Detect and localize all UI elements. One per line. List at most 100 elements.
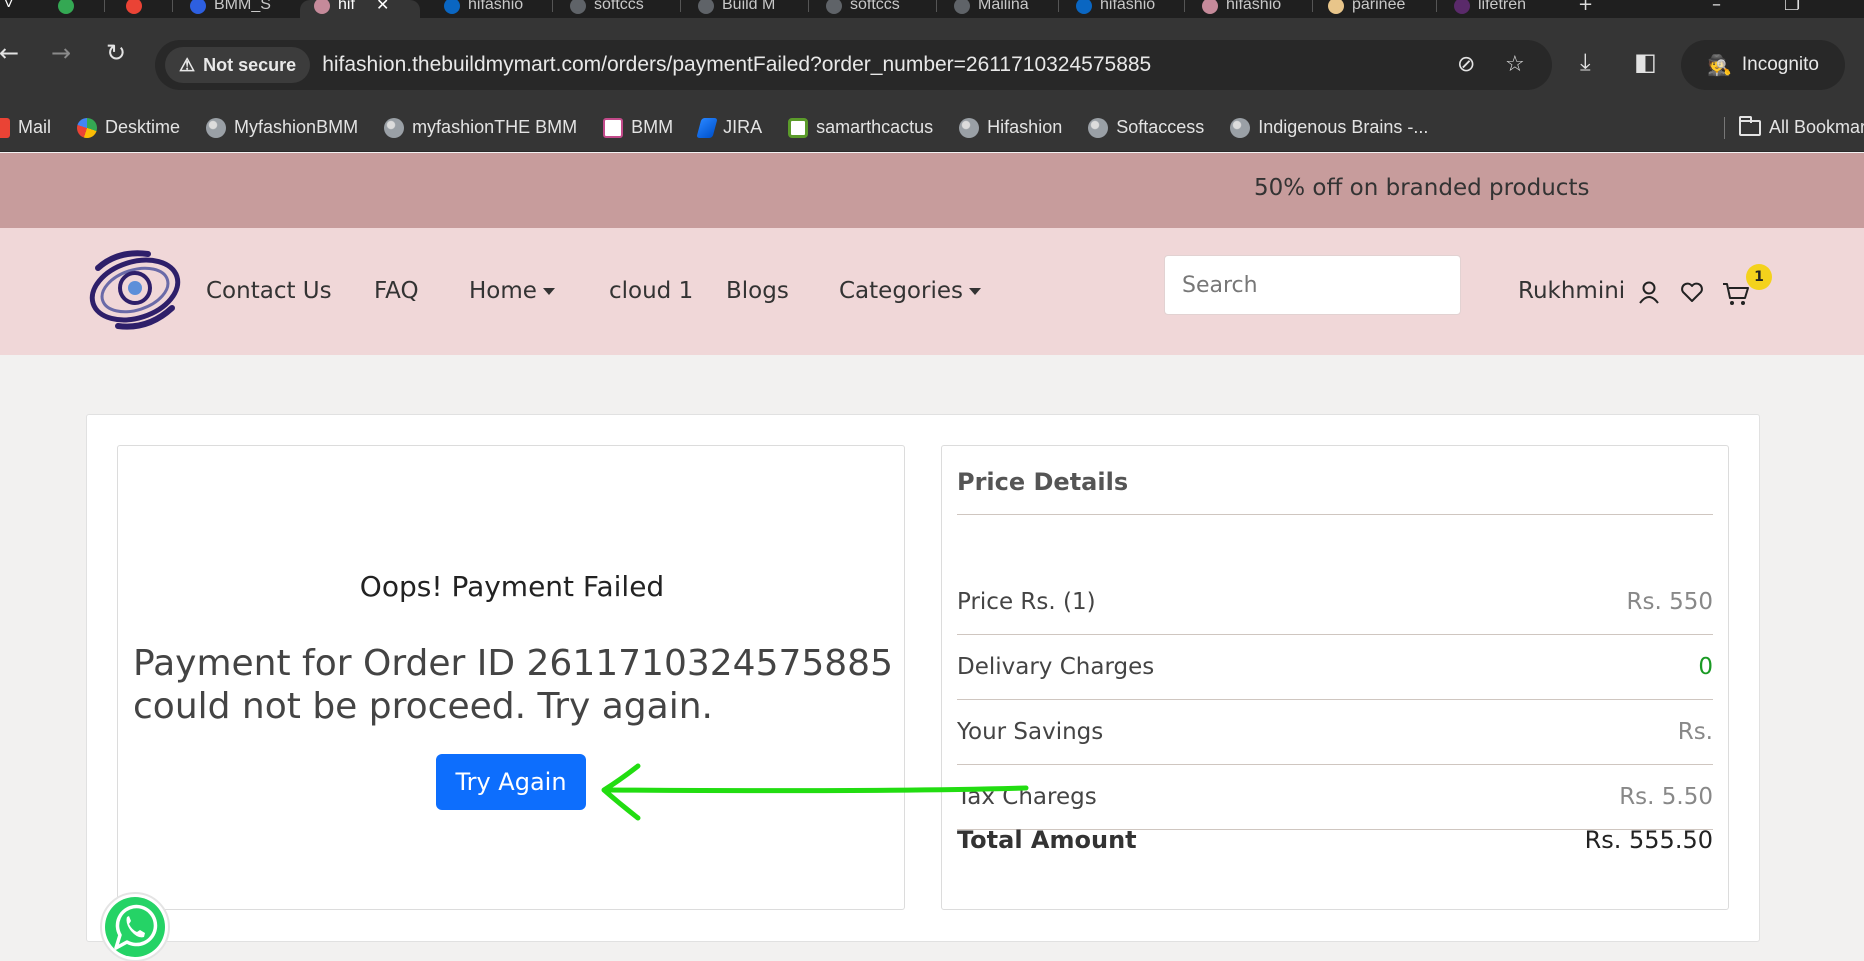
- bookmark-jira[interactable]: JIRA: [696, 117, 763, 138]
- nav-contact-us[interactable]: Contact Us: [206, 278, 332, 304]
- tab-label: softccs: [850, 0, 900, 13]
- globe-icon: [698, 0, 714, 14]
- site-header: Contact Us FAQ Home cloud 1 Blogs Catego…: [0, 228, 1864, 355]
- tab-overflow[interactable]: ˅: [0, 0, 30, 18]
- nav-cloud-1[interactable]: cloud 1: [609, 278, 693, 304]
- security-label: Not secure: [203, 54, 297, 75]
- bookmark-bmm[interactable]: BMM: [603, 117, 673, 138]
- cart-count-badge: 1: [1746, 264, 1772, 290]
- bookmarks-divider: [1723, 116, 1725, 139]
- user-name[interactable]: Rukhmini: [1518, 278, 1625, 304]
- browser-tab[interactable]: hifashio: [1188, 0, 1308, 18]
- nav-faq[interactable]: FAQ: [374, 278, 419, 304]
- promo-text: 50% off on branded products: [1254, 175, 1590, 201]
- address-bar[interactable]: ⚠ Not secure hifashion.thebuildmymart.co…: [155, 40, 1552, 90]
- bookmark-desktime[interactable]: Desktime: [77, 117, 180, 138]
- bookmark-myfashion-the-bmm[interactable]: myfashionTHE BMM: [384, 117, 577, 138]
- close-icon[interactable]: ✕: [376, 0, 389, 15]
- nav-blogs[interactable]: Blogs: [726, 278, 789, 304]
- tab-label: hifashio: [1226, 0, 1282, 13]
- browser-tab[interactable]: Mailina: [940, 0, 1060, 18]
- price-row-label: Price Rs. (1): [957, 589, 1096, 615]
- browser-tab[interactable]: parinee: [1314, 0, 1434, 18]
- bookmark-softaccess[interactable]: Softaccess: [1088, 117, 1204, 138]
- price-row-label: Delivary Charges: [957, 654, 1155, 680]
- security-indicator[interactable]: ⚠ Not secure: [165, 47, 311, 83]
- gmail-icon: [126, 0, 142, 14]
- nav-home[interactable]: Home: [469, 278, 555, 304]
- eye-off-icon[interactable]: ⊘: [1457, 52, 1475, 77]
- bookmark-indigenous-brains[interactable]: Indigenous Brains -...: [1230, 117, 1428, 138]
- desktime-icon: [77, 117, 98, 138]
- site-logo-icon[interactable]: [88, 248, 182, 330]
- bookmark-myfashionbmm[interactable]: MyfashionBMM: [206, 117, 358, 138]
- savings-row: Your Savings Rs.: [957, 700, 1713, 765]
- tab-label: hif: [338, 0, 355, 13]
- bookmark-label: BMM: [631, 117, 674, 137]
- browser-tab[interactable]: [112, 0, 172, 18]
- heart-icon[interactable]: [1680, 281, 1704, 303]
- globe-icon: [1088, 117, 1109, 138]
- chevron-down-icon: [542, 288, 555, 295]
- price-row: Price Rs. (1) Rs. 550: [957, 570, 1713, 635]
- menu-icon[interactable]: ⋮: [1856, 48, 1864, 76]
- tab-favicon-icon: [58, 0, 74, 14]
- download-icon[interactable]: ⤓: [1580, 48, 1591, 76]
- bookmark-label: Softaccess: [1116, 117, 1205, 137]
- bookmark-label: MyfashionBMM: [234, 117, 359, 137]
- whatsapp-icon[interactable]: [98, 890, 172, 961]
- tab-favicon-icon: [314, 0, 330, 14]
- chevron-down-icon: [968, 288, 981, 295]
- bookmark-label: JIRA: [723, 117, 763, 137]
- back-icon[interactable]: ←: [0, 36, 26, 70]
- total-value: Rs. 555.50: [1584, 826, 1713, 854]
- cart-icon[interactable]: [1722, 281, 1750, 307]
- bmm-icon: [603, 117, 624, 138]
- price-details-panel: Price Details Price Rs. (1) Rs. 550 Deli…: [941, 445, 1729, 910]
- price-row-value: Rs. 550: [1626, 589, 1714, 615]
- tab-favicon-icon: [1328, 0, 1344, 14]
- search-input[interactable]: [1164, 255, 1461, 315]
- bookmark-samarthcactus[interactable]: samarthcactus: [788, 117, 933, 138]
- price-row-value: Rs. 5.50: [1619, 784, 1713, 810]
- browser-toolbar: ← → ↻ ⚠ Not secure hifashion.thebuildmym…: [0, 18, 1864, 114]
- incognito-icon: 🕵: [1706, 54, 1732, 77]
- url-text[interactable]: hifashion.thebuildmymart.com/orders/paym…: [322, 53, 1151, 77]
- reload-icon[interactable]: ↻: [99, 36, 133, 70]
- browser-tab[interactable]: lifetren: [1440, 0, 1560, 18]
- linkedin-icon: [1076, 0, 1092, 14]
- browser-tab[interactable]: BMM_S: [176, 0, 296, 18]
- minimize-icon[interactable]: –: [1712, 0, 1721, 15]
- price-row-label: Your Savings: [957, 719, 1104, 745]
- star-icon[interactable]: ☆: [1505, 52, 1525, 77]
- all-bookmarks-label: All Bookmarks: [1768, 117, 1864, 137]
- bookmark-label: samarthcactus: [816, 117, 934, 137]
- delivery-row: Delivary Charges 0: [957, 635, 1713, 700]
- user-icon[interactable]: [1638, 281, 1660, 305]
- new-tab-icon[interactable]: +: [1578, 0, 1593, 15]
- incognito-indicator[interactable]: 🕵 Incognito: [1681, 40, 1845, 90]
- browser-tab[interactable]: hifashio: [430, 0, 550, 18]
- tab-label: hifashio: [1100, 0, 1156, 13]
- bookmark-hifashion[interactable]: Hifashion: [959, 117, 1062, 138]
- bookmark-mail[interactable]: Mail: [0, 117, 51, 138]
- bookmark-label: Indigenous Brains -...: [1258, 117, 1429, 137]
- total-row: Total Amount Rs. 555.50: [957, 826, 1713, 854]
- all-bookmarks-button[interactable]: All Bookmarks: [1738, 115, 1864, 138]
- price-row-value: Rs.: [1677, 719, 1713, 745]
- nav-categories[interactable]: Categories: [839, 278, 981, 304]
- try-again-button[interactable]: Try Again: [436, 754, 586, 810]
- browser-tab[interactable]: softccs: [812, 0, 932, 18]
- browser-tab[interactable]: softccs: [556, 0, 676, 18]
- forward-icon[interactable]: →: [44, 36, 78, 70]
- tab-label: parinee: [1352, 0, 1406, 13]
- restore-icon[interactable]: ❐: [1784, 0, 1800, 15]
- globe-icon: [1230, 117, 1251, 138]
- side-panel-icon[interactable]: ◧: [1634, 48, 1657, 76]
- payment-failed-title: Oops! Payment Failed: [359, 570, 665, 603]
- browser-tab[interactable]: Build M: [684, 0, 804, 18]
- globe-icon: [826, 0, 842, 14]
- price-details-title: Price Details: [957, 468, 1129, 496]
- browser-tab-active[interactable]: hif ✕: [300, 0, 420, 18]
- browser-tab[interactable]: hifashio: [1062, 0, 1182, 18]
